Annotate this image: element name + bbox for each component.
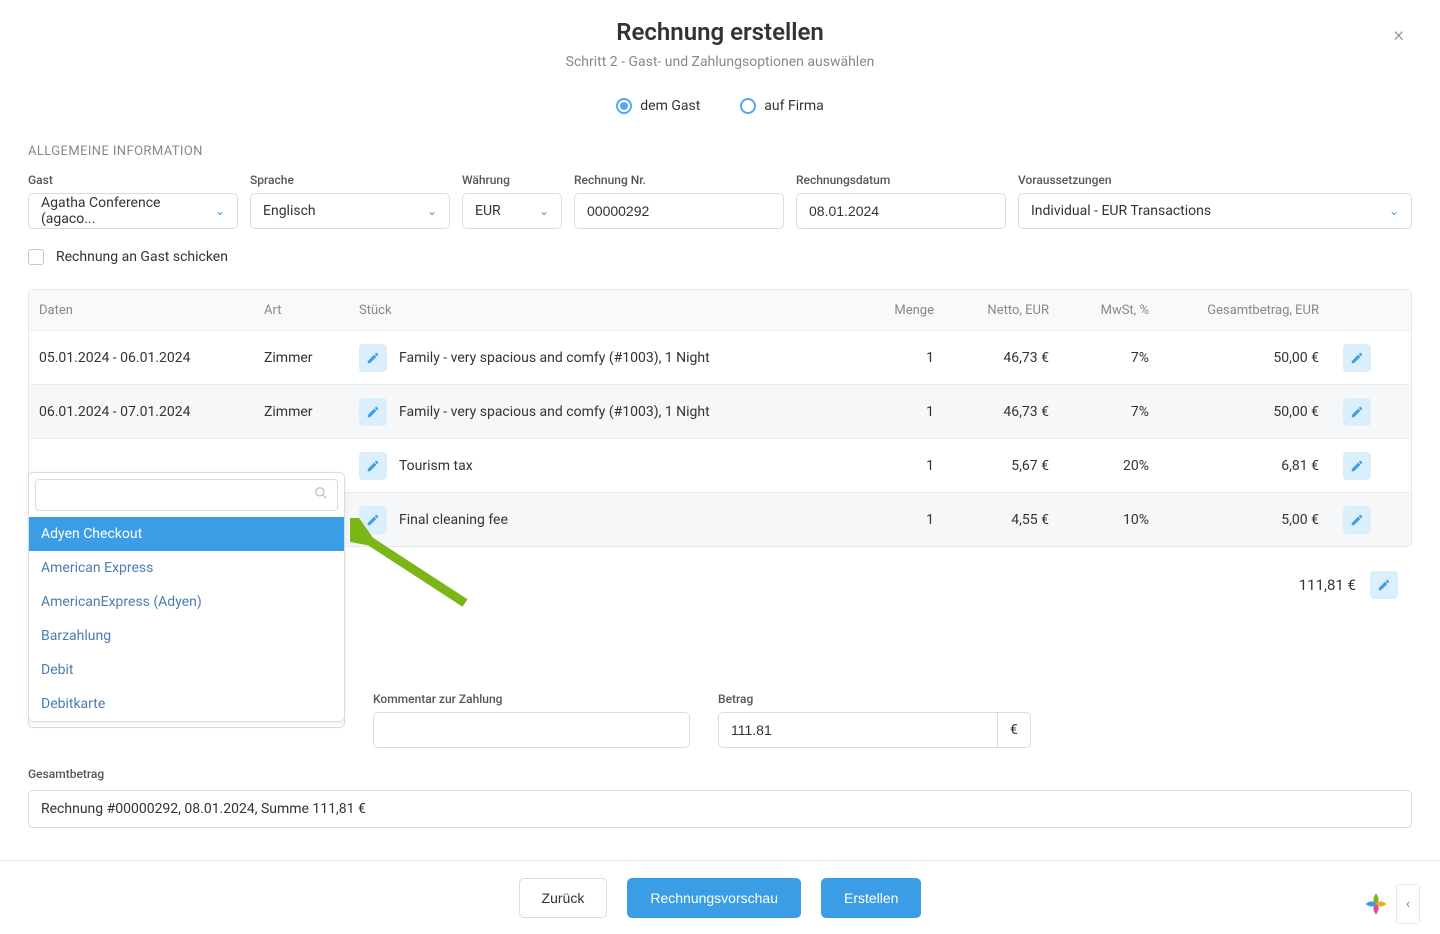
cell-net: 5,67 € <box>944 458 1059 474</box>
th-dates: Daten <box>29 303 254 318</box>
payment-method-dropdown[interactable]: Adyen CheckoutAmerican ExpressAmericanEx… <box>28 472 345 722</box>
invoice-date-label: Rechnungsdatum <box>796 173 1006 187</box>
cell-type: Zimmer <box>254 404 349 420</box>
edit-item-button[interactable] <box>359 398 387 426</box>
th-item: Stück <box>349 303 869 318</box>
cell-item: Tourism tax <box>399 458 473 474</box>
cell-qty: 1 <box>869 404 944 420</box>
prereq-select[interactable]: Individual - EUR Transactions ⌄ <box>1018 193 1412 229</box>
edit-item-button[interactable] <box>359 506 387 534</box>
radio-checked-icon <box>616 98 632 114</box>
edit-item-button[interactable] <box>359 344 387 372</box>
language-value: Englisch <box>263 203 316 219</box>
dropdown-search-input[interactable] <box>35 479 338 511</box>
create-button[interactable]: Erstellen <box>821 878 921 918</box>
th-type: Art <box>254 303 349 318</box>
th-net: Netto, EUR <box>944 303 1059 318</box>
dropdown-item[interactable]: American Express <box>29 551 344 585</box>
cell-qty: 1 <box>869 512 944 528</box>
table-row: 06.01.2024 - 07.01.2024 Zimmer Family - … <box>29 384 1411 438</box>
cell-vat: 7% <box>1059 350 1159 366</box>
language-select[interactable]: Englisch ⌄ <box>250 193 450 229</box>
send-to-guest-checkbox[interactable] <box>28 249 44 265</box>
guest-label: Gast <box>28 173 238 187</box>
prereq-value: Individual - EUR Transactions <box>1031 203 1211 219</box>
cell-total: 50,00 € <box>1159 350 1329 366</box>
edit-row-button[interactable] <box>1343 506 1371 534</box>
dropdown-item[interactable]: Debitkarte <box>29 687 344 721</box>
cell-dates: 05.01.2024 - 06.01.2024 <box>29 350 254 366</box>
chevron-down-icon: ⌄ <box>427 204 437 218</box>
th-vat: MwSt, % <box>1059 303 1159 318</box>
guest-select[interactable]: Agatha Conference (agaco... ⌄ <box>28 193 238 229</box>
radio-label: dem Gast <box>640 98 700 114</box>
cell-total: 6,81 € <box>1159 458 1329 474</box>
th-qty: Menge <box>869 303 944 318</box>
edit-row-button[interactable] <box>1343 344 1371 372</box>
invoice-no-label: Rechnung Nr. <box>574 173 784 187</box>
recipient-guest-radio[interactable]: dem Gast <box>616 98 700 114</box>
cell-net: 46,73 € <box>944 404 1059 420</box>
dropdown-item[interactable]: Debit <box>29 653 344 687</box>
chevron-down-icon: ⌄ <box>539 204 549 218</box>
grand-total: 111,81 € <box>1299 576 1356 594</box>
edit-total-button[interactable] <box>1370 571 1398 599</box>
prereq-label: Voraussetzungen <box>1018 173 1412 187</box>
amount-unit: € <box>998 712 1031 748</box>
guest-value: Agatha Conference (agaco... <box>41 195 215 227</box>
brand-logo-icon <box>1362 890 1390 918</box>
payment-amount-input[interactable] <box>718 712 998 748</box>
cell-qty: 1 <box>869 458 944 474</box>
currency-value: EUR <box>475 203 501 219</box>
recipient-company-radio[interactable]: auf Firma <box>740 98 823 114</box>
cell-item: Family - very spacious and comfy (#1003)… <box>399 404 710 420</box>
modal-title: Rechnung erstellen <box>28 18 1412 46</box>
search-icon <box>314 486 328 504</box>
cell-net: 46,73 € <box>944 350 1059 366</box>
dropdown-item[interactable]: AmericanExpress (Adyen) <box>29 585 344 619</box>
cell-item: Family - very spacious and comfy (#1003)… <box>399 350 710 366</box>
cell-vat: 20% <box>1059 458 1159 474</box>
collapse-panel-button[interactable]: ‹ <box>1396 884 1420 924</box>
summary-label: Gesamtbetrag <box>28 767 104 781</box>
payment-comment-input[interactable] <box>373 712 690 748</box>
summary-text: Rechnung #00000292, 08.01.2024, Summe 11… <box>28 790 1412 828</box>
cell-vat: 7% <box>1059 404 1159 420</box>
preview-button[interactable]: Rechnungsvorschau <box>627 878 801 918</box>
edit-row-button[interactable] <box>1343 398 1371 426</box>
dropdown-item[interactable]: Adyen Checkout <box>29 517 344 551</box>
cell-qty: 1 <box>869 350 944 366</box>
back-button[interactable]: Zurück <box>519 878 608 918</box>
section-general-heading: ALLGEMEINE INFORMATION <box>28 144 1412 159</box>
table-row: 05.01.2024 - 06.01.2024 Zimmer Family - … <box>29 330 1411 384</box>
invoice-date-input[interactable] <box>796 193 1006 229</box>
dropdown-item[interactable]: Barzahlung <box>29 619 344 653</box>
chevron-down-icon: ⌄ <box>1389 204 1399 218</box>
close-icon[interactable]: × <box>1394 22 1404 46</box>
edit-item-button[interactable] <box>359 452 387 480</box>
cell-total: 5,00 € <box>1159 512 1329 528</box>
cell-type: Zimmer <box>254 350 349 366</box>
cell-total: 50,00 € <box>1159 404 1329 420</box>
chevron-down-icon: ⌄ <box>215 204 225 218</box>
invoice-no-input[interactable] <box>574 193 784 229</box>
send-to-guest-label: Rechnung an Gast schicken <box>56 249 228 265</box>
currency-select[interactable]: EUR ⌄ <box>462 193 562 229</box>
modal-subtitle: Schritt 2 - Gast- und Zahlungsoptionen a… <box>28 54 1412 70</box>
cell-vat: 10% <box>1059 512 1159 528</box>
cell-net: 4,55 € <box>944 512 1059 528</box>
comment-label: Kommentar zur Zahlung <box>373 692 690 706</box>
amount-label: Betrag <box>718 692 1031 706</box>
radio-unchecked-icon <box>740 98 756 114</box>
currency-label: Währung <box>462 173 562 187</box>
cell-item: Final cleaning fee <box>399 512 508 528</box>
radio-label: auf Firma <box>764 98 823 114</box>
language-label: Sprache <box>250 173 450 187</box>
th-total: Gesamtbetrag, EUR <box>1159 303 1329 318</box>
edit-row-button[interactable] <box>1343 452 1371 480</box>
cell-dates: 06.01.2024 - 07.01.2024 <box>29 404 254 420</box>
